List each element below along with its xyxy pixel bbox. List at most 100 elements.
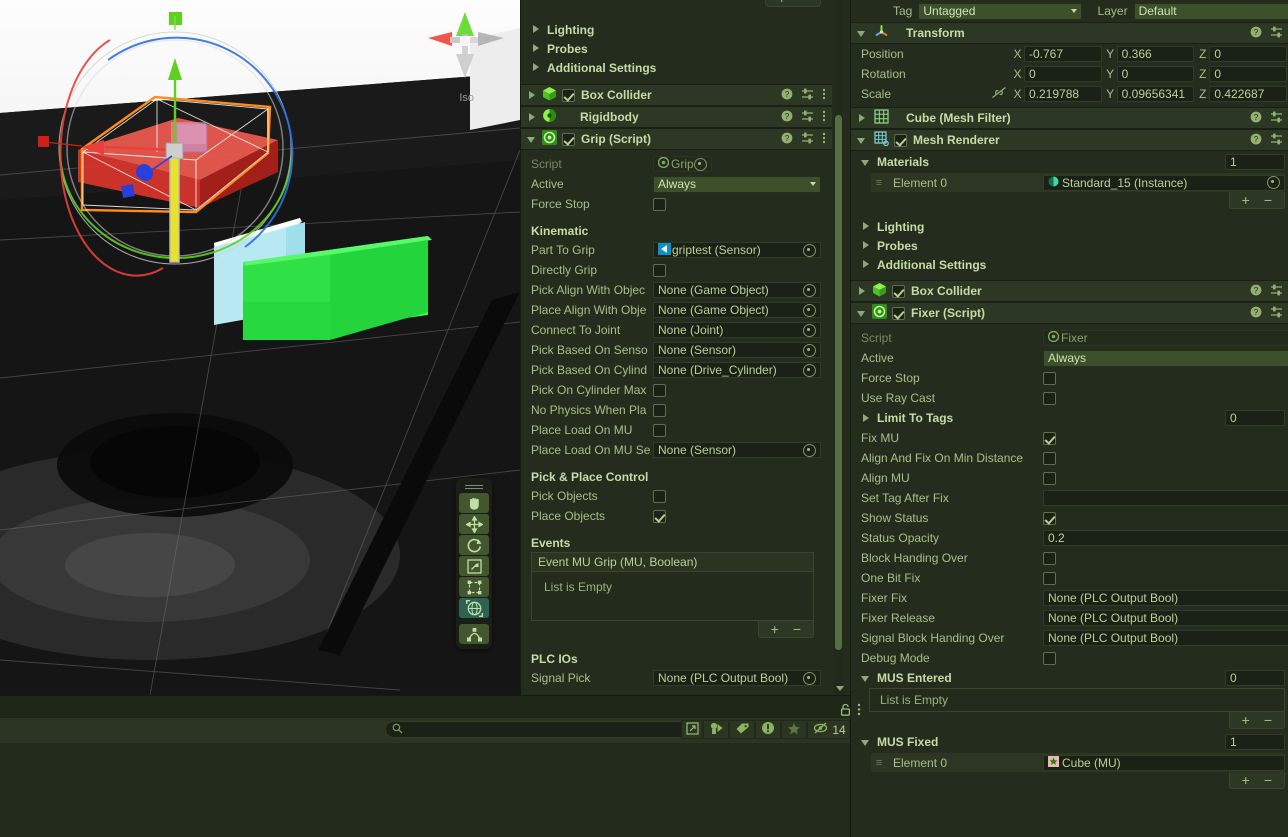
add-element-button[interactable]: + xyxy=(778,0,786,5)
object-picker-button[interactable] xyxy=(803,343,816,357)
object-picker-button[interactable] xyxy=(803,671,816,685)
add-event-button[interactable]: + xyxy=(771,622,779,636)
materials-add-remove[interactable]: + − xyxy=(851,192,1288,209)
section-mus-entered[interactable]: MUS Entered 0 xyxy=(851,668,1288,688)
add-material-button[interactable]: + xyxy=(1242,193,1250,207)
menu-dots-icon[interactable] xyxy=(822,110,826,125)
help-icon[interactable]: ? xyxy=(1250,111,1262,126)
component-header-box-collider-b[interactable]: Box Collider ? xyxy=(851,280,1288,302)
fixer-enabled-checkbox[interactable] xyxy=(892,306,905,320)
row-debug-mode[interactable]: Debug Mode xyxy=(851,648,1288,668)
tag-layer-row[interactable]: Tag Untagged Layer Default xyxy=(851,0,1288,22)
menu-dots-icon[interactable] xyxy=(822,88,826,103)
block-handing-over-checkbox[interactable] xyxy=(1043,551,1056,565)
part-to-grip-object-field[interactable]: griptest (Sensor) xyxy=(653,242,821,258)
help-icon[interactable]: ? xyxy=(1250,133,1262,148)
inspector-a-scrollbar[interactable] xyxy=(834,0,843,695)
scene-view[interactable]: Iso xyxy=(0,0,520,695)
chevron-down-icon[interactable] xyxy=(861,673,872,684)
chevron-down-icon[interactable] xyxy=(861,737,872,748)
row-connect-to-joint[interactable]: Connect To Joint None (Joint) xyxy=(521,320,832,340)
row-part-to-grip[interactable]: Part To Grip griptest (Sensor) xyxy=(521,240,832,260)
row-show-status[interactable]: Show Status xyxy=(851,508,1288,528)
pick-objects-checkbox[interactable] xyxy=(653,489,666,503)
scale-y-input[interactable]: 0.09656341 xyxy=(1116,86,1195,102)
row-align-mu[interactable]: Align MU xyxy=(851,468,1288,488)
object-picker-button[interactable] xyxy=(803,363,816,377)
component-header-transform[interactable]: Transform ? xyxy=(851,22,1288,44)
align-and-fix-on-min-distance-checkbox[interactable] xyxy=(1043,451,1056,465)
remove-material-button[interactable]: − xyxy=(1264,193,1272,207)
hand-tool[interactable] xyxy=(459,493,489,513)
chevron-down-icon[interactable] xyxy=(857,308,868,319)
gizmo-projection-label[interactable]: Iso xyxy=(459,92,474,104)
row-status-opacity[interactable]: Status Opacity 0.2 xyxy=(851,528,1288,548)
row-directly-grip[interactable]: Directly Grip xyxy=(521,260,832,280)
mus-fixed-count-input[interactable]: 1 xyxy=(1225,734,1285,750)
object-picker-button[interactable] xyxy=(1267,176,1280,189)
remove-mus-entered-button[interactable]: − xyxy=(1264,713,1272,727)
chevron-right-icon[interactable] xyxy=(527,112,538,123)
mus-fixed-object-field[interactable]: Cube (MU) xyxy=(1043,754,1285,771)
menu-dots-icon[interactable] xyxy=(857,703,861,719)
console-message-list[interactable] xyxy=(0,743,850,837)
row-align-and-fix-on-min-distance[interactable]: Align And Fix On Min Distance xyxy=(851,448,1288,468)
one-bit-fix-checkbox[interactable] xyxy=(1043,571,1056,585)
fix-mu-checkbox[interactable] xyxy=(1043,431,1056,445)
add-mus-entered-button[interactable]: + xyxy=(1242,713,1250,727)
preset-icon[interactable] xyxy=(1270,133,1283,148)
signal-block-handing-over-object-field[interactable]: None (PLC Output Bool) xyxy=(1043,630,1288,646)
section-probes[interactable]: Probes xyxy=(521,39,832,58)
help-icon[interactable]: ? xyxy=(1250,26,1262,41)
chevron-right-icon[interactable] xyxy=(857,286,868,297)
component-header-box-collider[interactable]: Box Collider ? xyxy=(521,84,832,106)
component-header-rigidbody[interactable]: Rigidbody ? xyxy=(521,106,832,128)
preset-icon[interactable] xyxy=(1270,284,1283,299)
place-load-on-mu-checkbox[interactable] xyxy=(653,423,666,437)
use-ray-cast-checkbox[interactable] xyxy=(1043,391,1056,405)
row-script[interactable]: Script Grip xyxy=(521,154,832,174)
scroll-down-arrow-icon[interactable] xyxy=(836,686,844,691)
object-picker-button[interactable] xyxy=(803,443,816,457)
inspector-panel-fixer[interactable]: Tag Untagged Layer Default Transform ? P… xyxy=(850,0,1288,837)
grip-enabled-checkbox[interactable] xyxy=(562,132,575,146)
custom-tool[interactable] xyxy=(459,624,489,644)
tag-filter-button[interactable] xyxy=(729,720,755,739)
chevron-right-icon[interactable] xyxy=(861,240,872,251)
section-mus-fixed[interactable]: MUS Fixed 1 xyxy=(851,731,1288,753)
help-icon[interactable]: ? xyxy=(1250,284,1262,299)
row-signal-pick[interactable]: Signal Pick None (PLC Output Bool) xyxy=(521,668,832,688)
row-one-bit-fix[interactable]: One Bit Fix xyxy=(851,568,1288,588)
row-pick-based-on-cylinder[interactable]: Pick Based On Cylind None (Drive_Cylinde… xyxy=(521,360,832,380)
row-rotation[interactable]: Rotation X 0 Y 0 Z 0 xyxy=(851,64,1288,84)
section-materials[interactable]: Materials 1 xyxy=(851,151,1288,173)
row-signal-block-handing-over[interactable]: Signal Block Handing Over None (PLC Outp… xyxy=(851,628,1288,648)
row-pick-on-cylinder-max[interactable]: Pick On Cylinder Max xyxy=(521,380,832,400)
chevron-right-icon[interactable] xyxy=(531,43,542,54)
help-icon[interactable]: ? xyxy=(781,110,793,125)
directly-grip-checkbox[interactable] xyxy=(653,263,666,277)
row-place-load-on-mu[interactable]: Place Load On MU xyxy=(521,420,832,440)
mus-fixed-add-remove[interactable]: + − xyxy=(851,772,1288,789)
collapse-toggle-button[interactable] xyxy=(681,720,703,739)
limit-to-tags-count-input[interactable]: 0 xyxy=(1225,410,1285,426)
scene-tool-palette[interactable] xyxy=(456,478,492,649)
rotation-x-input[interactable]: 0 xyxy=(1024,66,1102,82)
scale-link-off-icon[interactable] xyxy=(991,86,1011,102)
component-header-mesh-filter[interactable]: Cube (Mesh Filter) ? xyxy=(851,107,1288,129)
pick-align-with-object-field[interactable]: None (Game Object) xyxy=(653,282,821,298)
position-z-input[interactable]: 0 xyxy=(1209,46,1288,62)
help-icon[interactable]: ? xyxy=(781,132,793,147)
inspector-panel-grip[interactable]: + − Lighting Probes Additional Settings xyxy=(520,0,851,695)
row-no-physics-when-placed[interactable]: No Physics When Pla xyxy=(521,400,832,420)
preset-icon[interactable] xyxy=(1270,306,1283,321)
scene-orientation-gizmo[interactable]: Iso xyxy=(416,6,514,104)
chevron-right-icon[interactable] xyxy=(861,259,872,270)
layer-dropdown[interactable]: Default xyxy=(1133,2,1288,20)
material-object-field[interactable]: Standard_15 (Instance) xyxy=(1043,174,1285,191)
row-fixer-fix[interactable]: Fixer Fix None (PLC Output Bool) xyxy=(851,588,1288,608)
section-additional-settings-b[interactable]: Additional Settings xyxy=(851,255,1288,274)
box-collider-enabled-checkbox[interactable] xyxy=(562,88,575,102)
fixer-force-stop-checkbox[interactable] xyxy=(1043,371,1056,385)
lock-icon[interactable] xyxy=(840,703,851,719)
